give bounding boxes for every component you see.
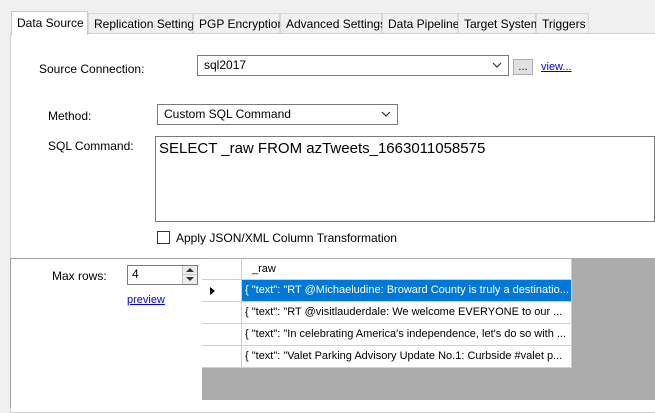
method-value: Custom SQL Command <box>164 107 291 121</box>
arrow-down-icon <box>186 277 194 281</box>
grid-cell[interactable]: { "text": "Valet Parking Advisory Update… <box>242 346 572 368</box>
tab-data-source[interactable]: Data Source <box>11 11 88 35</box>
browse-connection-button[interactable]: ... <box>513 59 533 75</box>
max-rows-value: 4 <box>132 267 139 281</box>
tab-replication-settings[interactable]: Replication Settings <box>88 13 200 34</box>
grid-cell[interactable]: { "text": "RT @Michaeludine: Broward Cou… <box>242 280 572 302</box>
json-transform-checkbox[interactable] <box>157 231 170 244</box>
source-connection-value: sql2017 <box>204 58 247 72</box>
grid-row-header[interactable] <box>202 280 242 302</box>
tab-data-pipeline[interactable]: Data Pipeline <box>382 13 459 34</box>
json-transform-label: Apply JSON/XML Column Transformation <box>176 231 397 245</box>
spinner-buttons <box>182 266 197 284</box>
tab-advanced-settings[interactable]: Advanced Settings <box>280 13 386 34</box>
grid-cell[interactable]: { "text": "RT @visitlauderdale: We welco… <box>242 302 572 324</box>
arrow-up-icon <box>186 268 194 272</box>
max-rows-spinner[interactable]: 4 <box>127 265 198 285</box>
chevron-down-icon <box>492 62 502 68</box>
sql-command-editor[interactable]: SELECT _raw FROM azTweets_1663011058575 <box>155 136 655 222</box>
source-connection-label: Source Connection: <box>39 62 145 76</box>
spin-up-button[interactable] <box>183 266 197 275</box>
source-connection-combo[interactable]: sql2017 <box>197 55 509 76</box>
tab-target-system[interactable]: Target System <box>458 13 541 34</box>
tab-pgp-encryption[interactable]: PGP Encryption <box>193 13 284 34</box>
current-row-icon <box>210 287 215 295</box>
spin-down-button[interactable] <box>183 275 197 284</box>
tab-strip: Data Source Replication Settings PGP Enc… <box>0 0 655 35</box>
max-rows-label: Max rows: <box>52 269 107 283</box>
sql-command-label: SQL Command: <box>48 139 134 153</box>
grid-row-header[interactable] <box>202 346 242 368</box>
tab-triggers[interactable]: Triggers <box>536 13 589 34</box>
grid-corner <box>202 259 242 280</box>
grid-column-header[interactable]: _raw <box>242 259 572 280</box>
grid-cell[interactable]: { "text": "In celebrating America's inde… <box>242 324 572 346</box>
grid-row-header[interactable] <box>202 324 242 346</box>
chevron-down-icon <box>381 111 391 117</box>
view-connection-link[interactable]: view... <box>541 61 572 73</box>
grid-row-header[interactable] <box>202 302 242 324</box>
method-label: Method: <box>48 109 92 123</box>
method-combo[interactable]: Custom SQL Command <box>157 104 398 125</box>
preview-link[interactable]: preview <box>127 294 165 306</box>
